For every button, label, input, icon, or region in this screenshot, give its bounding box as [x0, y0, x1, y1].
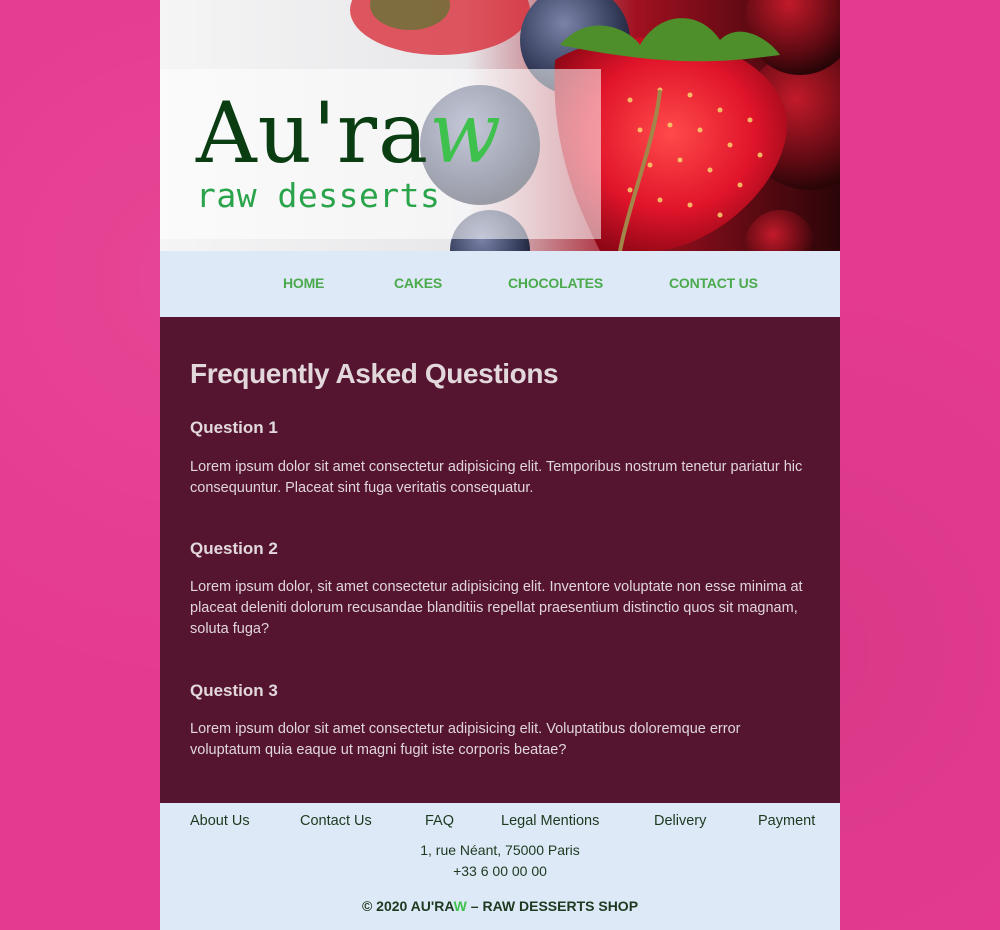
- footer-link-faq[interactable]: FAQ: [425, 813, 454, 829]
- footer-link-legal-mentions[interactable]: Legal Mentions: [501, 813, 599, 829]
- footer-link-payment[interactable]: Payment: [758, 813, 815, 829]
- logo-accent-text: w: [429, 84, 502, 182]
- question-title: Question 2: [190, 539, 278, 558]
- question-title: Question 1: [190, 418, 278, 437]
- question-answer: Lorem ipsum dolor sit amet consectetur a…: [190, 721, 741, 758]
- footer-address: 1, rue Néant, 75000 Paris: [420, 842, 580, 858]
- site-logo[interactable]: Au'raw: [196, 88, 502, 178]
- question-answer: Lorem ipsum dolor sit amet consectetur a…: [190, 459, 803, 496]
- main-nav: HOME CAKES CHOCOLATES CONTACT US: [160, 251, 840, 317]
- footer-copyright: © 2020 AU'RAW – RAW DESSERTS SHOP: [160, 898, 840, 914]
- footer-link-delivery[interactable]: Delivery: [654, 813, 706, 829]
- nav-item-cakes[interactable]: CAKES: [394, 275, 442, 291]
- question-answer: Lorem ipsum dolor, sit amet consectetur …: [190, 579, 803, 637]
- nav-item-contact-us[interactable]: CONTACT US: [669, 275, 758, 291]
- nav-item-chocolates[interactable]: CHOCOLATES: [508, 275, 603, 291]
- copyright-prefix: © 2020 AU'RA: [361, 898, 454, 914]
- copyright-accent: W: [453, 898, 467, 914]
- faq-section: Frequently Asked Questions Question 1 Lo…: [160, 317, 840, 803]
- footer-phone: +33 6 00 00 00: [453, 863, 547, 879]
- footer-link-about-us[interactable]: About Us: [190, 813, 250, 829]
- page-container: Au'raw raw desserts HOME CAKES CHOCOLATE…: [160, 0, 840, 930]
- logo-main-text: Au'ra: [196, 84, 430, 182]
- site-tagline: raw desserts: [196, 176, 441, 215]
- hero-header: Au'raw raw desserts: [160, 0, 840, 251]
- question-title: Question 3: [190, 681, 278, 700]
- site-footer: About Us Contact Us FAQ Legal Mentions D…: [160, 803, 840, 930]
- copyright-suffix: – RAW DESSERTS SHOP: [466, 898, 639, 914]
- footer-link-contact-us[interactable]: Contact Us: [300, 813, 372, 829]
- page-title: Frequently Asked Questions: [190, 358, 559, 389]
- nav-item-home[interactable]: HOME: [283, 275, 324, 291]
